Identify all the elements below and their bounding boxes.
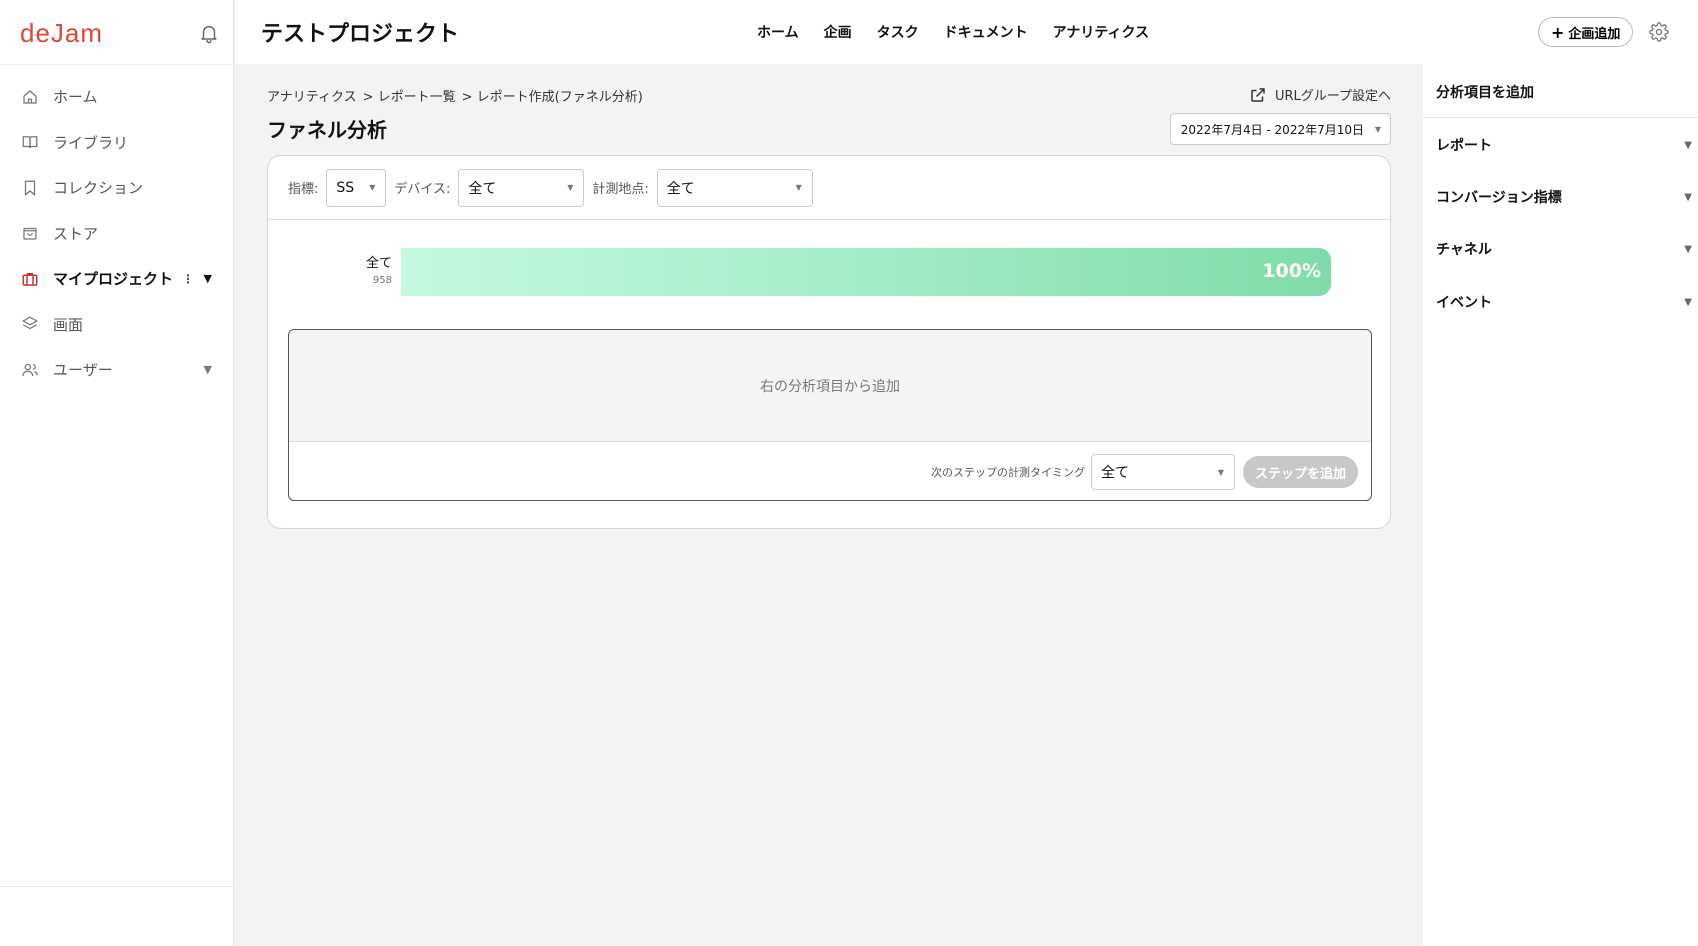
project-title: テストプロジェクト bbox=[261, 22, 460, 47]
page-title: ファネル分析 bbox=[267, 118, 387, 142]
breadcrumb: アナリティクス > レポート一覧 > レポート作成(ファネル分析) bbox=[267, 86, 643, 105]
timing-label: 次のステップの計測タイミング bbox=[930, 466, 1085, 479]
nav-document[interactable]: ドキュメント bbox=[944, 22, 1028, 42]
metric-label: 指標: bbox=[288, 182, 319, 197]
sidebar: deJam ホーム ライブラリ コレクション ストア マイプロジェクト ⋮ ▼ … bbox=[0, 0, 234, 946]
timing-value: 全て bbox=[1100, 465, 1129, 481]
chevron-down-icon: ▼ bbox=[795, 183, 802, 192]
top-header: テストプロジェクト ホーム 企画 タスク ドキュメント アナリティクス + 企画… bbox=[235, 0, 1698, 64]
section-report[interactable]: レポート ▼ bbox=[1423, 125, 1698, 165]
dropzone-footer: 次のステップの計測タイミング 全て ▼ ステップを追加 bbox=[289, 442, 1371, 502]
section-label: コンバージョン指標 bbox=[1436, 190, 1562, 206]
date-range-picker[interactable]: 2022年7月4日 - 2022年7月10日 ▼ bbox=[1169, 113, 1391, 145]
device-value: 全て bbox=[468, 180, 497, 197]
analysis-items-panel: 分析項目を追加 レポート ▼ コンバージョン指標 ▼ チャネル ▼ イベント ▼ bbox=[1423, 64, 1698, 946]
section-conversion[interactable]: コンバージョン指標 ▼ bbox=[1423, 177, 1698, 217]
bag-icon bbox=[20, 223, 40, 243]
sidebar-item-store[interactable]: ストア bbox=[0, 211, 234, 257]
funnel-card: 指標: SS ▼ デバイス: 全て ▼ 計測地点: 全て ▼ 全て 958 10… bbox=[267, 155, 1391, 529]
bell-icon[interactable] bbox=[198, 22, 220, 44]
nav-analytics[interactable]: アナリティクス bbox=[1053, 22, 1149, 42]
sidebar-item-label: 画面 bbox=[53, 315, 84, 334]
nav-task[interactable]: タスク bbox=[877, 22, 919, 42]
chevron-down-icon: ▼ bbox=[1684, 191, 1692, 203]
sidebar-item-label: ユーザー bbox=[53, 361, 113, 380]
external-link-icon bbox=[1251, 87, 1265, 102]
chevron-down-icon: ▼ bbox=[369, 183, 376, 192]
plus-icon: + bbox=[1551, 22, 1565, 42]
chevron-down-icon: ▼ bbox=[1684, 243, 1692, 255]
sidebar-item-label: ストア bbox=[53, 224, 99, 243]
chevron-down-icon: ▼ bbox=[567, 183, 574, 192]
add-plan-button[interactable]: + 企画追加 bbox=[1538, 17, 1634, 47]
funnel-step-label: 全て bbox=[365, 256, 392, 271]
device-label: デバイス: bbox=[394, 182, 451, 197]
funnel-bar-track: 100% bbox=[401, 248, 1331, 296]
section-label: イベント bbox=[1436, 295, 1492, 311]
app-logo[interactable]: deJam bbox=[20, 18, 103, 49]
more-icon[interactable]: ⋮ bbox=[182, 272, 194, 286]
point-value: 全て bbox=[666, 180, 695, 197]
sidebar-item-label: ライブラリ bbox=[53, 133, 129, 152]
url-group-label: URLグループ設定へ bbox=[1274, 89, 1391, 104]
timing-select[interactable]: 全て ▼ bbox=[1090, 454, 1235, 490]
chevron-down-icon[interactable]: ▼ bbox=[204, 272, 212, 285]
step-dropzone: 右の分析項目から追加 次のステップの計測タイミング 全て ▼ ステップを追加 bbox=[288, 329, 1372, 501]
panel-title: 分析項目を追加 bbox=[1436, 85, 1534, 101]
funnel-step: 全て 958 100% bbox=[268, 248, 1390, 298]
section-label: チャネル bbox=[1436, 242, 1492, 258]
layers-icon bbox=[20, 314, 40, 334]
section-label: レポート bbox=[1436, 138, 1492, 154]
nav-home[interactable]: ホーム bbox=[757, 22, 799, 42]
dropzone-area[interactable]: 右の分析項目から追加 bbox=[289, 330, 1371, 442]
nav-plan[interactable]: 企画 bbox=[824, 22, 852, 42]
device-select[interactable]: 全て ▼ bbox=[458, 168, 585, 207]
chevron-down-icon[interactable]: ▼ bbox=[204, 363, 212, 376]
breadcrumb-report-list[interactable]: > レポート一覧 bbox=[363, 86, 456, 105]
breadcrumb-current: > レポート作成(ファネル分析) bbox=[461, 90, 643, 105]
divider bbox=[1423, 117, 1698, 118]
sidebar-item-label: マイプロジェクト bbox=[53, 270, 174, 289]
metric-select[interactable]: SS ▼ bbox=[326, 168, 387, 207]
breadcrumb-analytics[interactable]: アナリティクス bbox=[267, 86, 357, 105]
sidebar-item-label: ホーム bbox=[53, 88, 98, 107]
sidebar-item-home[interactable]: ホーム bbox=[0, 74, 234, 120]
sidebar-item-label: コレクション bbox=[53, 179, 144, 198]
add-step-button[interactable]: ステップを追加 bbox=[1242, 456, 1358, 488]
funnel-bar: 100% bbox=[401, 248, 1331, 296]
divider bbox=[0, 886, 234, 887]
main-content: アナリティクス > レポート一覧 > レポート作成(ファネル分析) ファネル分析… bbox=[235, 64, 1423, 946]
metric-value: SS bbox=[336, 179, 355, 196]
funnel-step-count: 958 bbox=[372, 275, 392, 286]
sidebar-item-my-project[interactable]: マイプロジェクト ⋮ ▼ bbox=[0, 256, 234, 302]
briefcase-icon bbox=[20, 269, 40, 289]
dropzone-text: 右の分析項目から追加 bbox=[760, 378, 900, 395]
chevron-down-icon: ▼ bbox=[1217, 467, 1224, 477]
sidebar-item-library[interactable]: ライブラリ bbox=[0, 120, 234, 166]
bookmark-icon bbox=[20, 178, 40, 198]
chevron-down-icon: ▼ bbox=[1374, 124, 1381, 134]
point-select[interactable]: 全て ▼ bbox=[656, 168, 813, 207]
home-icon bbox=[20, 87, 40, 107]
date-range-value: 2022年7月4日 - 2022年7月10日 bbox=[1180, 122, 1364, 137]
top-nav: ホーム 企画 タスク ドキュメント アナリティクス bbox=[757, 22, 1174, 42]
gear-icon[interactable] bbox=[1649, 22, 1669, 42]
chevron-down-icon: ▼ bbox=[1684, 139, 1692, 151]
section-channel[interactable]: チャネル ▼ bbox=[1423, 229, 1698, 269]
add-plan-label: 企画追加 bbox=[1568, 26, 1621, 42]
url-group-link[interactable]: URLグループ設定へ bbox=[1249, 85, 1391, 104]
book-icon bbox=[20, 132, 40, 152]
funnel-percent: 100% bbox=[1262, 260, 1321, 282]
sidebar-item-collection[interactable]: コレクション bbox=[0, 165, 234, 211]
sidebar-item-screen[interactable]: 画面 bbox=[0, 302, 234, 348]
section-event[interactable]: イベント ▼ bbox=[1423, 282, 1698, 322]
sidebar-nav: ホーム ライブラリ コレクション ストア マイプロジェクト ⋮ ▼ 画面 ユーザ… bbox=[0, 74, 234, 393]
users-icon bbox=[20, 360, 40, 380]
point-label: 計測地点: bbox=[592, 182, 649, 197]
filter-bar: 指標: SS ▼ デバイス: 全て ▼ 計測地点: 全て ▼ bbox=[268, 156, 1390, 220]
chevron-down-icon: ▼ bbox=[1684, 296, 1692, 308]
divider bbox=[0, 64, 234, 65]
sidebar-item-users[interactable]: ユーザー ▼ bbox=[0, 347, 234, 393]
